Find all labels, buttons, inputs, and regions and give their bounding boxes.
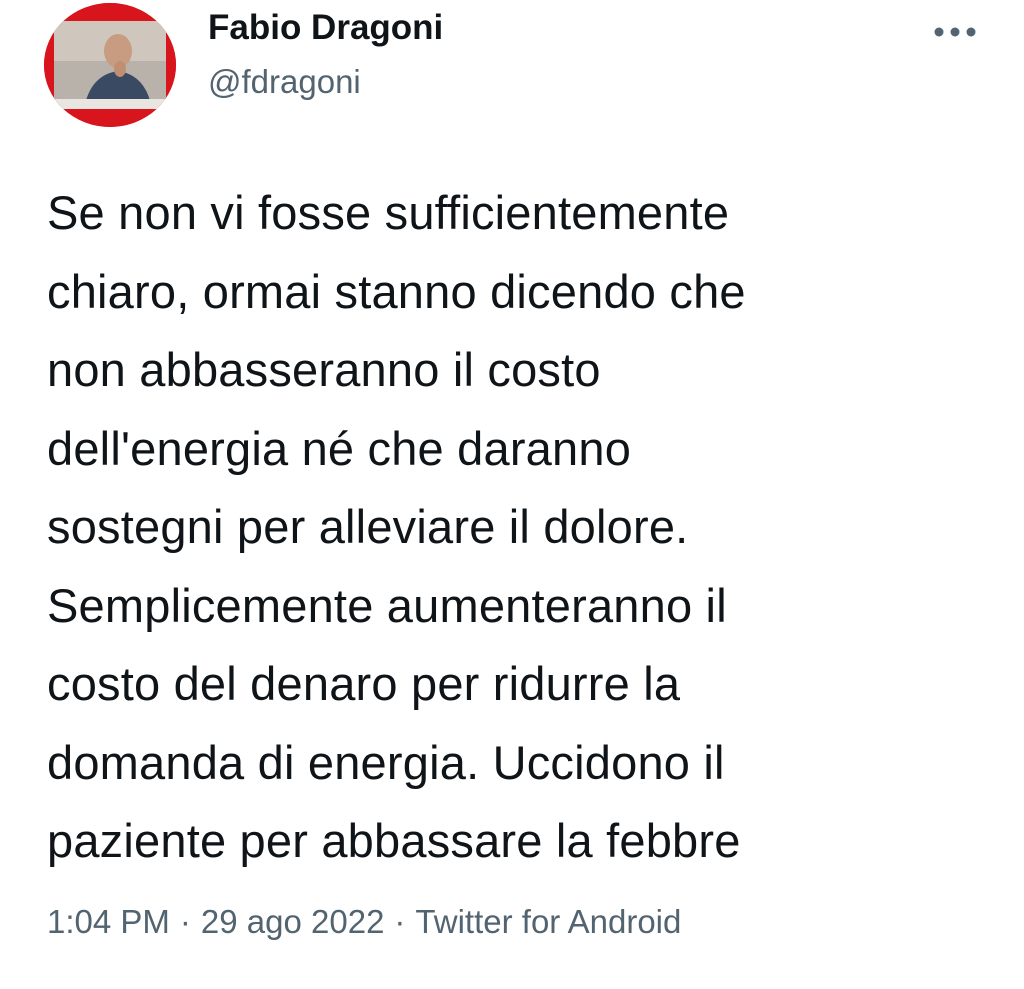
tweet-source[interactable]: Twitter for Android <box>415 903 681 941</box>
meta-separator: · <box>179 903 191 940</box>
tweet-meta: 1:04 PM · 29 ago 2022 · Twitter for Android <box>47 903 681 941</box>
avatar[interactable] <box>44 3 176 127</box>
author-handle[interactable]: @fdragoni <box>208 63 361 101</box>
author-name[interactable]: Fabio Dragoni <box>208 8 443 48</box>
tweet-date[interactable]: 29 ago 2022 <box>201 903 385 941</box>
tweet-text: Se non vi fosse sufficientemente chiaro,… <box>47 186 746 867</box>
meta-separator: · <box>394 903 406 940</box>
more-options-button[interactable] <box>928 12 982 52</box>
avatar-photo <box>44 3 176 127</box>
more-horizontal-icon <box>934 27 976 37</box>
tweet-time[interactable]: 1:04 PM <box>47 903 170 941</box>
tweet: Fabio Dragoni @fdragoni Se non vi fosse … <box>0 0 1024 989</box>
